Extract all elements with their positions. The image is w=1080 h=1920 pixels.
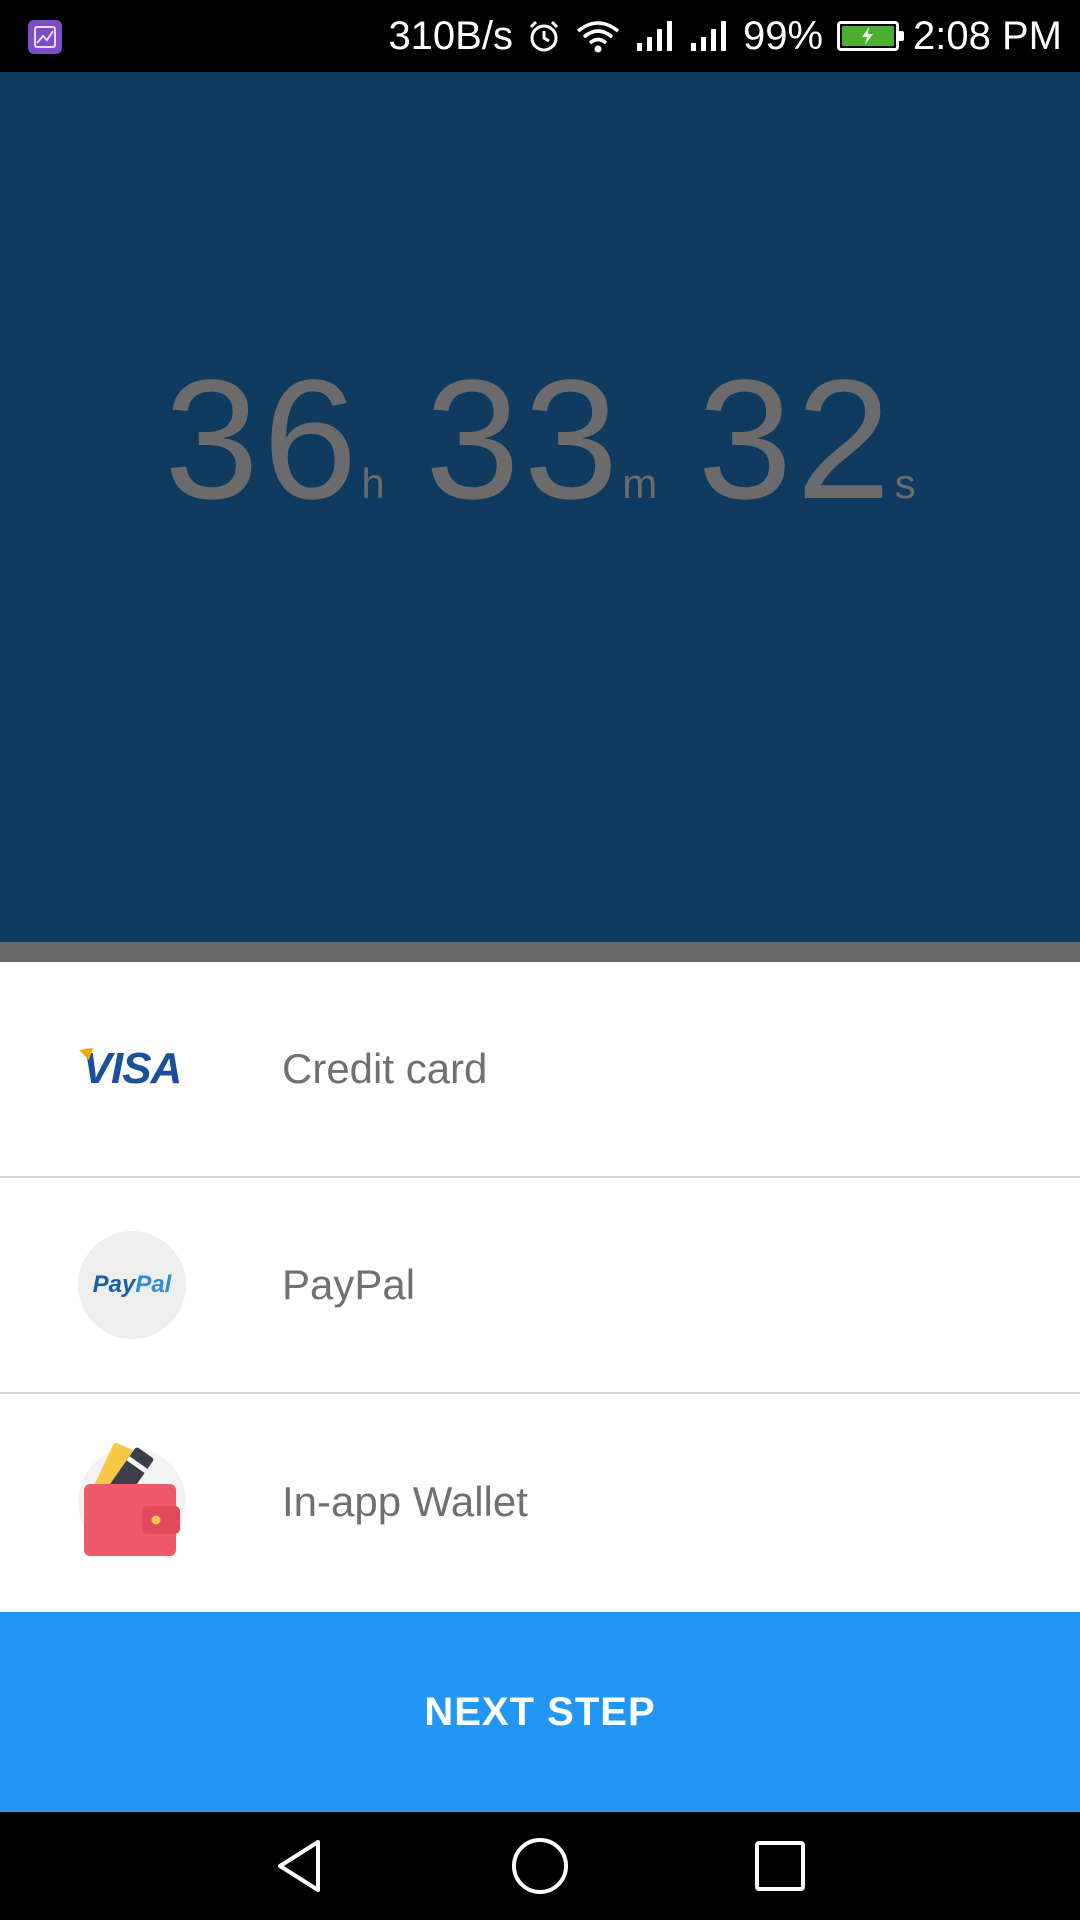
countdown-hours: 36 — [164, 345, 362, 535]
wallet-icon — [78, 1442, 186, 1556]
countdown-hours-unit: h — [361, 460, 385, 507]
signal-icon — [635, 19, 675, 53]
payment-option-label: PayPal — [282, 1261, 416, 1308]
recents-icon[interactable] — [720, 1812, 840, 1920]
paypal-logo-icon: PayPal — [78, 1231, 186, 1339]
status-bar: 310B/s 99% 2:08 PM — [0, 0, 1080, 72]
alarm-icon — [527, 19, 561, 53]
countdown-minutes-unit: m — [622, 460, 658, 507]
payment-option-label: In-app Wallet — [282, 1478, 528, 1525]
paypal-logo-text-pal: Pal — [135, 1271, 172, 1298]
network-speed: 310B/s — [388, 13, 513, 58]
panel-divider — [0, 942, 1080, 962]
payment-option-label: Credit card — [282, 1045, 488, 1092]
countdown-seconds-unit: s — [894, 460, 916, 507]
visa-logo-icon: VISA — [78, 1015, 186, 1123]
next-step-button[interactable]: NEXT STEP — [0, 1612, 1080, 1812]
visa-logo-text: VISA — [82, 1044, 183, 1093]
gallery-app-icon — [28, 20, 62, 54]
back-icon[interactable] — [240, 1812, 360, 1920]
paypal-logo-text-pay: Pay — [92, 1271, 136, 1298]
wifi-icon — [575, 19, 621, 53]
payment-option-credit-card[interactable]: VISA Credit card — [0, 962, 1080, 1178]
signal-icon — [689, 19, 729, 53]
system-nav-bar — [0, 1812, 1080, 1920]
clock: 2:08 PM — [913, 13, 1062, 58]
status-indicators: 310B/s 99% 2:08 PM — [388, 0, 1062, 72]
payment-option-paypal[interactable]: PayPal PayPal — [0, 1178, 1080, 1394]
home-icon[interactable] — [480, 1812, 600, 1920]
battery-percent: 99% — [742, 13, 824, 58]
countdown-seconds: 32 — [697, 345, 895, 535]
payment-option-wallet[interactable]: In-app Wallet — [0, 1394, 1080, 1610]
payment-method-list: VISA Credit card PayPal PayPal In-app Wa… — [0, 962, 1080, 1610]
battery-charging-icon — [837, 21, 905, 51]
countdown-timer: 36h 33m 32s — [0, 355, 1080, 525]
countdown-minutes: 33 — [425, 345, 623, 535]
